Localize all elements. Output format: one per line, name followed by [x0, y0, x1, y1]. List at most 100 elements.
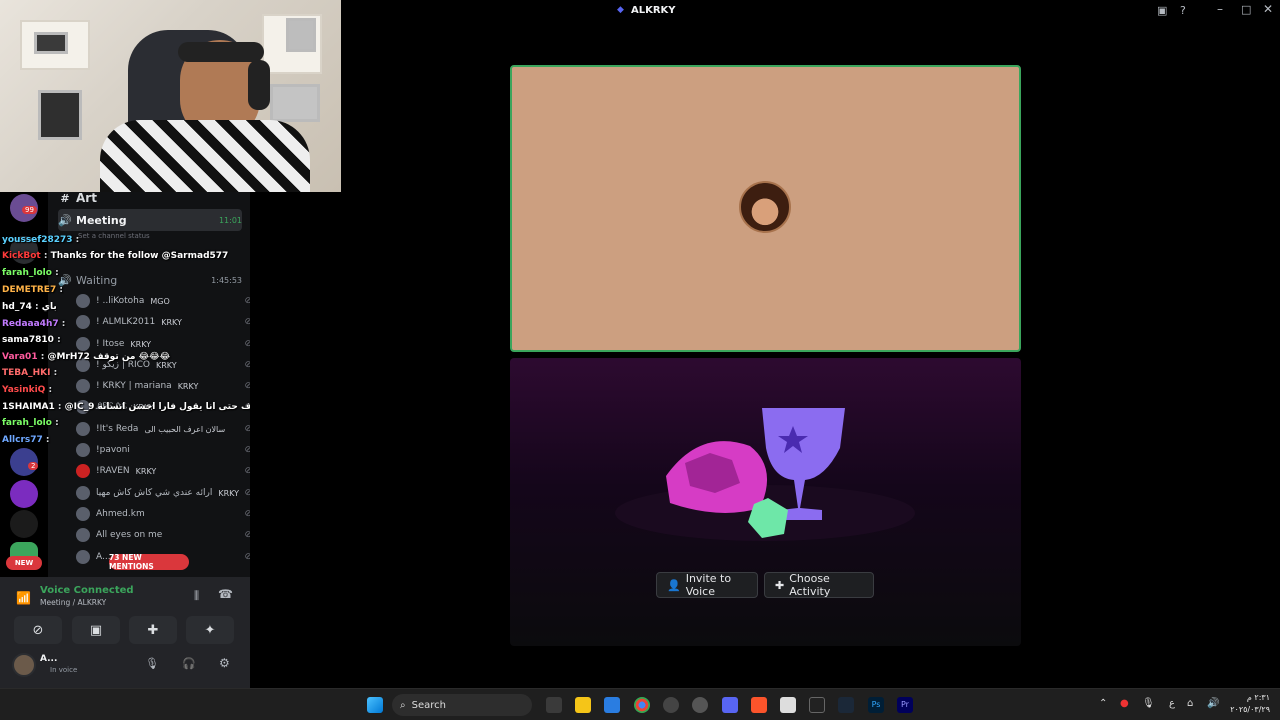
maximize-icon[interactable]: □: [1241, 3, 1251, 16]
invite-to-voice-button[interactable]: 👤 Invite to Voice: [656, 572, 758, 598]
voice-member[interactable]: !It's Reda سالان اعرف الحبيب الى ⊘: [76, 419, 250, 439]
member-badge: KRKY: [130, 339, 152, 349]
member-name: !It's Reda: [96, 424, 139, 434]
mic-icon[interactable]: 🎙: [1142, 698, 1155, 709]
voice-status[interactable]: Voice Connected: [40, 585, 134, 596]
app-icon[interactable]: [663, 697, 679, 713]
chat-line: 1SHAIMA1 : @IC_9 شوف حتى انا يقول فارا ا…: [2, 402, 250, 412]
mic-icon[interactable]: 🎙: [145, 657, 159, 670]
server-icon[interactable]: [10, 510, 38, 538]
windows-start-icon[interactable]: [367, 697, 383, 713]
voice-member[interactable]: !pavoni ⊘: [76, 440, 250, 460]
avatar: [76, 315, 90, 329]
deafened-icon: ⊘: [244, 296, 250, 306]
voice-member[interactable]: ! KRKY | mariana KRKY ⊘: [76, 376, 250, 396]
channel-name: Art: [76, 192, 97, 205]
member-badge: MGO: [150, 296, 170, 306]
disconnect-icon[interactable]: ☎: [218, 587, 233, 601]
chat-user: TEBA_HKI: [2, 368, 51, 378]
file-explorer-icon[interactable]: [575, 697, 591, 713]
chat-line: Redaaa4h7 :: [2, 319, 66, 329]
chat-user: hd_74: [2, 302, 32, 312]
channel-art[interactable]: # Art: [58, 192, 242, 208]
button-label: Invite to Voice: [685, 572, 732, 598]
search-icon: ⌕: [400, 699, 406, 711]
clock-date[interactable]: ٢٠٢٥/٠٣/٢٩: [1222, 705, 1270, 714]
chat-line: farah_lolo :: [2, 268, 59, 278]
capcut-icon[interactable]: [809, 697, 825, 713]
taskbar: ⌕ Search Ps Pr ⌃ ● 🎙 ع ⌂ 🔊 ٢:٣١ م ٢٠٢٥/٠…: [0, 688, 1280, 720]
chat-user: Allcrs77: [2, 435, 43, 445]
taskbar-search[interactable]: ⌕ Search: [392, 694, 532, 716]
choose-activity-button[interactable]: ✚ Choose Activity: [764, 572, 874, 598]
chat-text: باي: [41, 302, 57, 312]
chat-line: hd_74 : باي: [2, 302, 57, 312]
chat-user: Redaaa4h7: [2, 319, 59, 329]
new-mentions-pill[interactable]: 73 NEW MENTIONS: [109, 553, 189, 571]
camera-off-button[interactable]: ⊘: [14, 616, 62, 644]
soundboard-icon: ✦: [204, 622, 216, 638]
voice-member[interactable]: Ahmed.km ⊘: [76, 504, 250, 524]
task-view-icon[interactable]: [546, 697, 562, 713]
deafened-icon: ⊘: [244, 509, 250, 519]
voice-member[interactable]: !RAVEN KRKY ⊘: [76, 461, 250, 481]
screen-share-button[interactable]: ▣: [72, 616, 120, 644]
chat-user: Vara01: [2, 352, 38, 362]
member-badge: KRKY: [161, 317, 182, 327]
silver-award: [38, 90, 82, 140]
chevron-up-icon[interactable]: ⌃: [1099, 698, 1107, 709]
tray-app-icon[interactable]: ●: [1120, 698, 1129, 709]
activity-illustration: [615, 408, 915, 541]
minimize-icon[interactable]: –: [1217, 2, 1223, 16]
close-icon[interactable]: ✕: [1263, 2, 1273, 16]
settings-gear-icon[interactable]: ⚙: [219, 656, 230, 670]
chrome-icon[interactable]: [634, 697, 650, 713]
headphones: [248, 60, 270, 110]
voice-member[interactable]: ! ALMLK2011 KRKY ⊘: [76, 312, 250, 332]
app-icon[interactable]: [780, 697, 796, 713]
channel-waiting[interactable]: 🔊 Waiting 1:45:53: [58, 270, 242, 290]
volume-icon[interactable]: 🔊: [1207, 698, 1219, 709]
avatar[interactable]: [12, 653, 36, 677]
discord-icon[interactable]: [722, 697, 738, 713]
activity-button[interactable]: ✚: [129, 616, 177, 644]
soundboard-button[interactable]: ✦: [186, 616, 234, 644]
member-name: ! Itose: [96, 339, 125, 349]
steam-link-icon[interactable]: [692, 697, 708, 713]
voice-member[interactable]: All eyes on me ⊘: [76, 525, 250, 545]
deafened-icon: ⊘: [244, 317, 250, 327]
store-icon[interactable]: [604, 697, 620, 713]
deafened-icon: ⊘: [244, 381, 250, 391]
member-name: ! ..liKotoha: [96, 296, 145, 306]
activity-icon: ✚: [147, 622, 159, 638]
streamer-webcam: [0, 0, 341, 192]
headphones-icon[interactable]: 🎧: [182, 657, 196, 670]
server-icon[interactable]: [10, 480, 38, 508]
voice-location[interactable]: Meeting / ALKRKY: [40, 598, 106, 607]
voice-member[interactable]: ! Itose KRKY ⊘: [76, 334, 250, 354]
brave-icon[interactable]: [751, 697, 767, 713]
chat-line: sama7810 :: [2, 335, 61, 345]
chat-text: @IC_9 شوف حتى انا يقول فارا احسن انسانة: [64, 402, 250, 412]
chat-user: KickBot: [2, 251, 41, 261]
photoshop-icon[interactable]: Ps: [868, 697, 884, 713]
inbox-icon[interactable]: ▣: [1157, 4, 1167, 17]
add-user-icon: 👤: [667, 578, 681, 592]
voice-member[interactable]: ارائه عندي شي كاش كاش مهيا KRKY ⊘: [76, 483, 250, 503]
speaker-icon: 🔊: [58, 213, 72, 227]
channel-status-input[interactable]: Set a channel status: [78, 226, 242, 246]
member-name: ارائه عندي شي كاش كاش مهيا: [96, 488, 213, 498]
help-icon[interactable]: ?: [1180, 4, 1186, 17]
chat-user: DEMETRE7: [2, 285, 57, 295]
language-indicator[interactable]: ع: [1169, 698, 1175, 709]
clock-time[interactable]: ٢:٣١ م: [1230, 693, 1270, 702]
voice-member[interactable]: ! ..liKotoha MGO ⊘: [76, 291, 250, 311]
noise-suppression-icon[interactable]: ⫼: [194, 589, 199, 603]
chat-user: farah_lolo: [2, 268, 52, 278]
premiere-icon[interactable]: Pr: [897, 697, 913, 713]
avatar: [76, 337, 90, 351]
member-name: Ahmed.km: [96, 509, 145, 519]
chat-text: @MrH72 من توقف 😂😂😂: [47, 352, 171, 362]
steam-icon[interactable]: [838, 697, 854, 713]
network-icon[interactable]: ⌂: [1187, 698, 1193, 709]
